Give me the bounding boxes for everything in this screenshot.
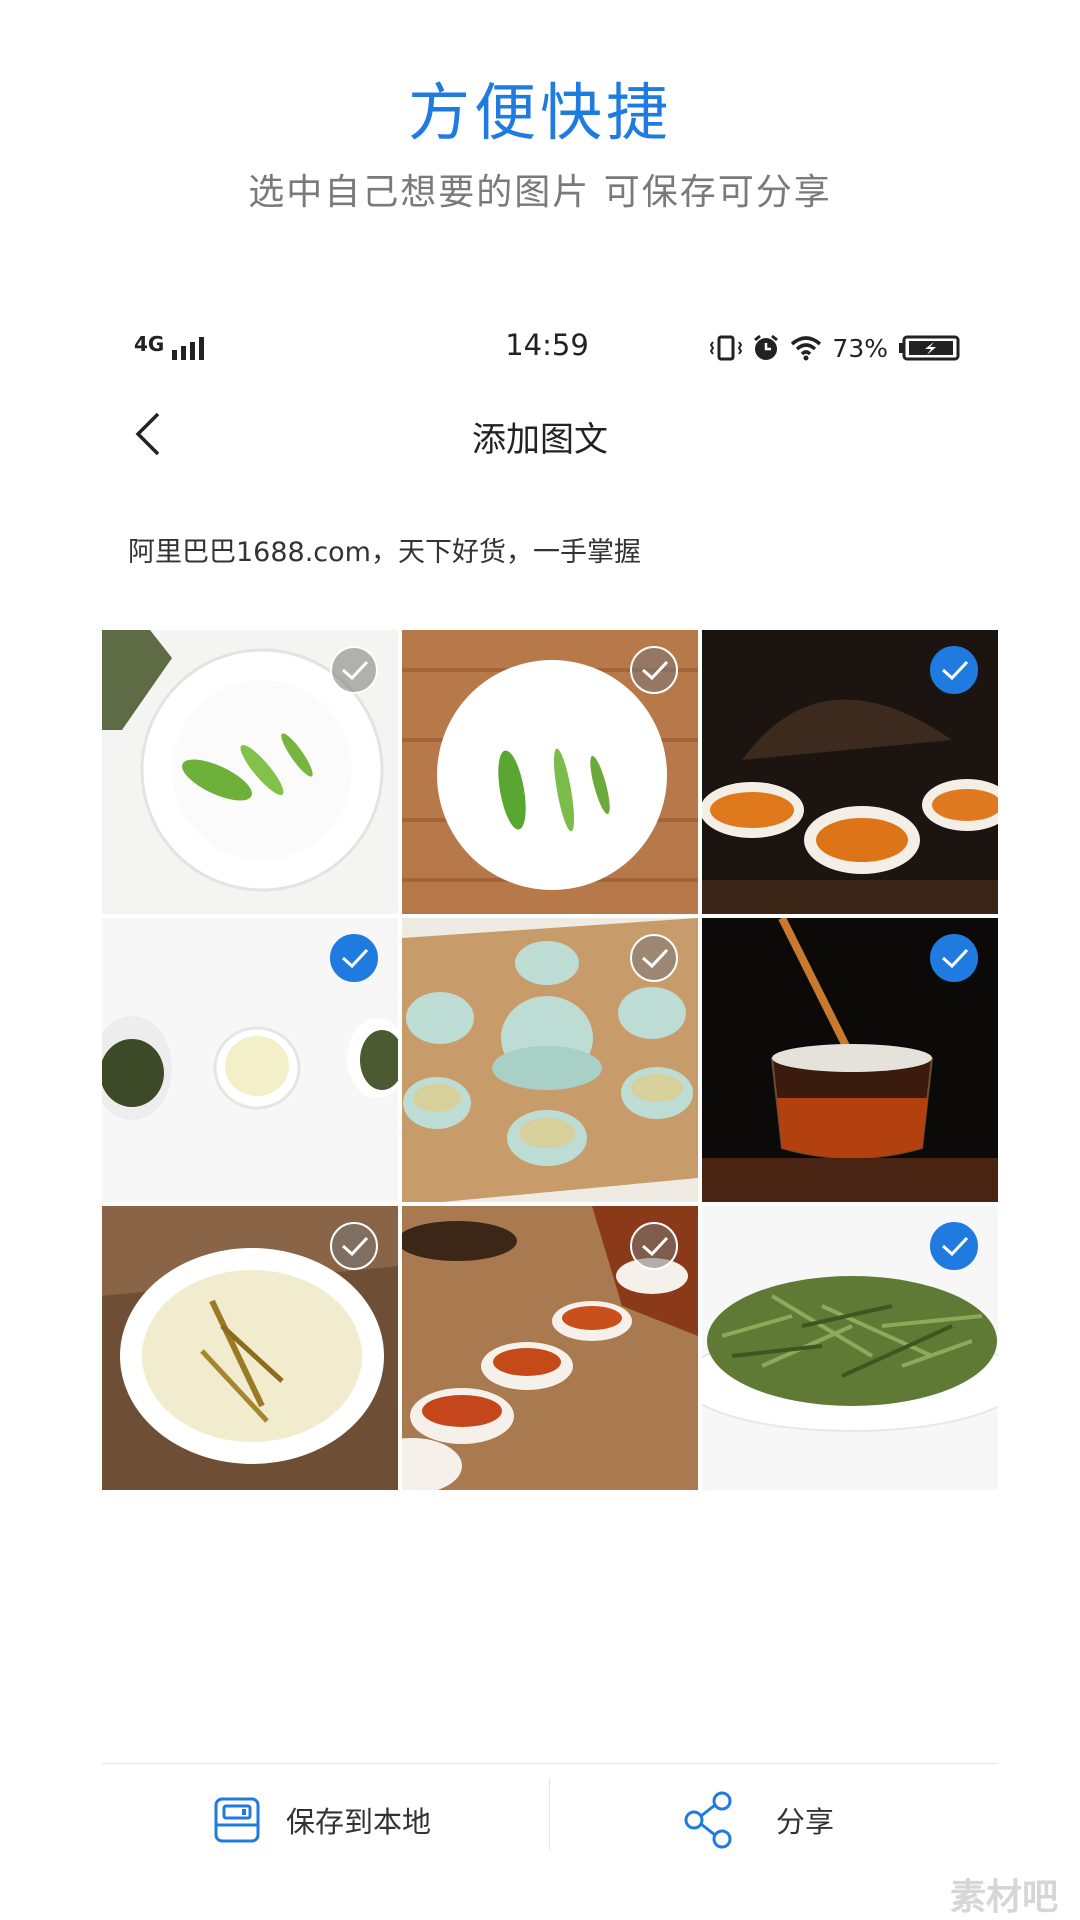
save-disk-icon bbox=[214, 1797, 260, 1843]
image-tile[interactable] bbox=[102, 630, 398, 914]
checkmark-icon bbox=[342, 948, 369, 969]
select-checkbox[interactable] bbox=[330, 1222, 378, 1270]
checkmark-icon bbox=[642, 660, 669, 681]
select-checkbox[interactable] bbox=[930, 646, 978, 694]
page-title: 添加图文 bbox=[472, 420, 608, 460]
post-description: 阿里巴巴1688.com，天下好货，一手掌握 bbox=[128, 537, 641, 568]
image-tile[interactable] bbox=[702, 918, 998, 1202]
select-checkbox[interactable] bbox=[330, 934, 378, 982]
bottom-separator bbox=[102, 1763, 998, 1764]
vibrate-icon bbox=[710, 335, 743, 361]
share-button[interactable]: 分享 bbox=[682, 1790, 834, 1850]
share-label: 分享 bbox=[776, 1805, 835, 1839]
battery-percent: 73% bbox=[832, 333, 888, 363]
promo-title: 方便快捷 bbox=[407, 76, 672, 149]
wifi-icon bbox=[791, 336, 822, 361]
image-grid bbox=[102, 630, 998, 1490]
select-checkbox[interactable] bbox=[930, 934, 978, 982]
image-tile[interactable] bbox=[102, 1206, 398, 1490]
action-divider bbox=[549, 1778, 550, 1850]
promo-subtitle: 选中自己想要的图片 可保存可分享 bbox=[248, 172, 832, 213]
image-tile[interactable] bbox=[102, 918, 398, 1202]
select-checkbox[interactable] bbox=[630, 646, 678, 694]
select-checkbox[interactable] bbox=[330, 646, 378, 694]
watermark: 素材吧 bbox=[949, 1877, 1058, 1918]
image-tile[interactable] bbox=[702, 1206, 998, 1490]
battery-icon bbox=[899, 335, 960, 361]
alarm-icon bbox=[754, 334, 779, 360]
checkmark-icon bbox=[942, 948, 969, 969]
checkmark-icon bbox=[942, 1236, 969, 1257]
status-bar: 4G 14:59 73% bbox=[134, 328, 960, 368]
image-tile[interactable] bbox=[402, 1206, 698, 1490]
save-to-local-button[interactable]: 保存到本地 bbox=[214, 1790, 431, 1850]
image-tile[interactable] bbox=[402, 918, 698, 1202]
save-label: 保存到本地 bbox=[286, 1805, 432, 1839]
select-checkbox[interactable] bbox=[630, 1222, 678, 1270]
select-checkbox[interactable] bbox=[930, 1222, 978, 1270]
checkmark-icon bbox=[642, 1236, 669, 1257]
checkmark-icon bbox=[942, 660, 969, 681]
image-tile[interactable] bbox=[402, 630, 698, 914]
checkmark-icon bbox=[642, 948, 669, 969]
image-tile[interactable] bbox=[702, 630, 998, 914]
checkmark-icon bbox=[342, 1236, 369, 1257]
share-icon bbox=[684, 1791, 732, 1849]
checkmark-icon bbox=[342, 660, 369, 681]
select-checkbox[interactable] bbox=[630, 934, 678, 982]
